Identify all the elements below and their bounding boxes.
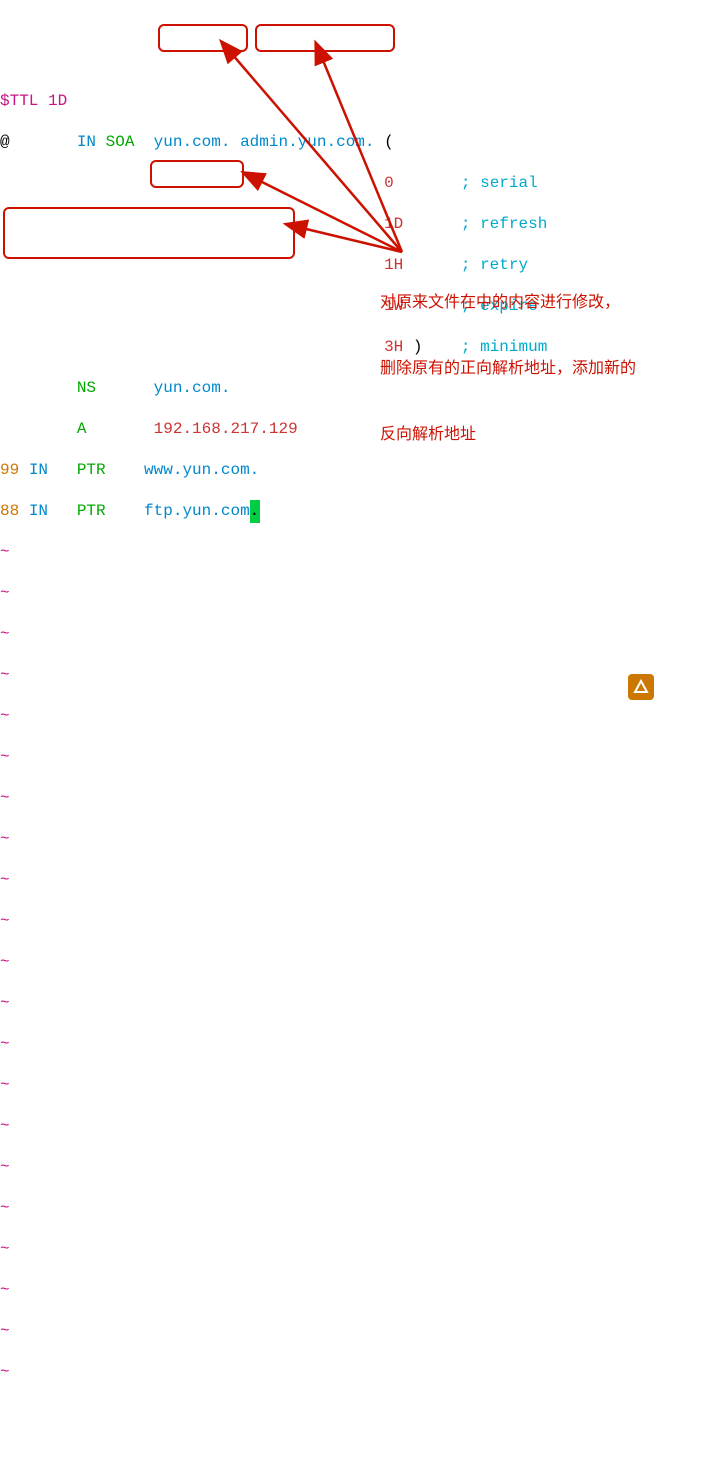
empty-line-tilde: ~: [0, 746, 714, 769]
empty-line-tilde: ~: [0, 1115, 714, 1138]
cursor-icon: .: [250, 500, 260, 523]
empty-line-tilde: ~: [0, 705, 714, 728]
empty-line-tilde: ~: [0, 1238, 714, 1261]
zone-line-ttl: $TTL 1D: [0, 90, 714, 113]
zone-line-soa: @ IN SOA yun.com. admin.yun.com. (: [0, 131, 714, 154]
empty-line-tilde: ~: [0, 992, 714, 1015]
empty-line-tilde: ~: [0, 582, 714, 605]
empty-line-tilde: ~: [0, 1320, 714, 1343]
watermark-label: 创新互联: [658, 677, 714, 697]
empty-line-tilde: ~: [0, 787, 714, 810]
empty-line-tilde: ~: [0, 869, 714, 892]
empty-line-tilde: ~: [0, 541, 714, 564]
empty-line-tilde: ~: [0, 828, 714, 851]
zone-line-refresh: 1D ; refresh: [0, 213, 714, 236]
annotation-text: 对原来文件在中的内容进行修改， 删除原有的正向解析地址，添加新的 反向解析地址: [380, 248, 636, 468]
empty-line-tilde: ~: [0, 1197, 714, 1220]
empty-line-tilde: ~: [0, 1156, 714, 1179]
empty-line-tilde: ~: [0, 910, 714, 933]
zone-line-serial: 0 ; serial: [0, 172, 714, 195]
empty-line-tilde: ~: [0, 1361, 714, 1384]
empty-line-tilde: ~: [0, 664, 714, 687]
highlight-box-yun: [158, 24, 248, 52]
empty-line-tilde: ~: [0, 623, 714, 646]
zone-line-ptr2: 88 IN PTR ftp.yun.com.: [0, 500, 714, 523]
empty-line-tilde: ~: [0, 951, 714, 974]
watermark: 创新互联: [628, 674, 714, 700]
empty-line-tilde: ~: [0, 1279, 714, 1302]
empty-line-tilde: ~: [0, 1033, 714, 1056]
empty-line-tilde: ~: [0, 1074, 714, 1097]
watermark-logo-icon: [628, 674, 654, 700]
highlight-box-admin: [255, 24, 395, 52]
